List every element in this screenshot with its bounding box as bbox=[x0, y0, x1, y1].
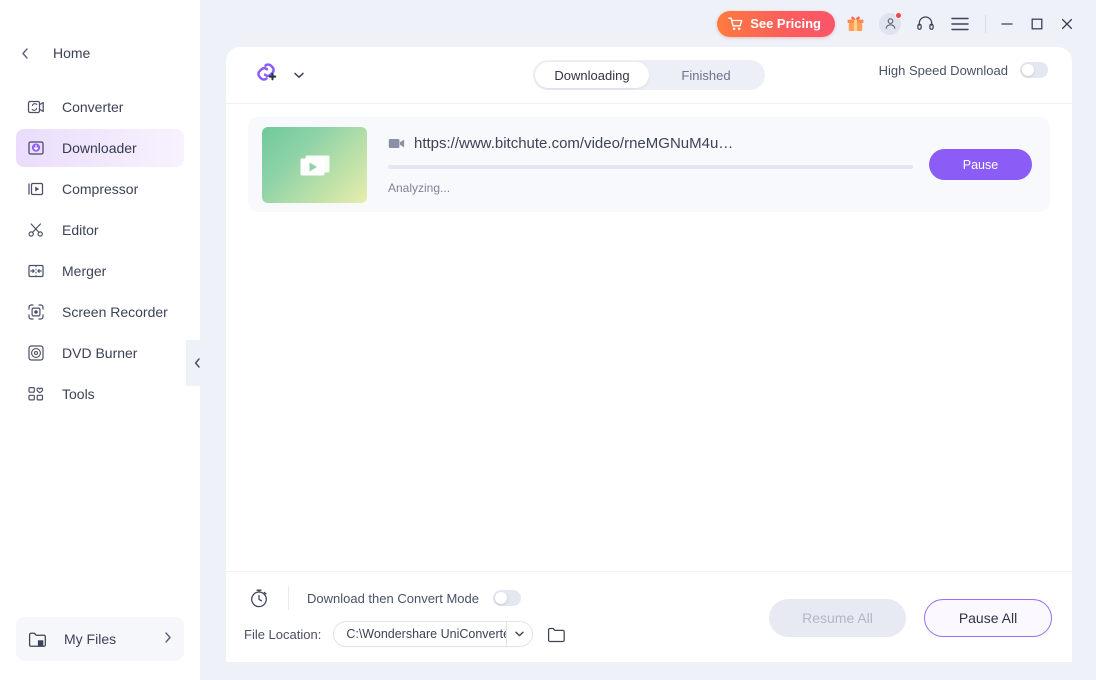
tab-finished[interactable]: Finished bbox=[649, 62, 763, 88]
sidebar-item-label: Screen Recorder bbox=[62, 304, 168, 320]
download-progress-bar bbox=[388, 164, 913, 169]
add-link-icon bbox=[252, 58, 282, 93]
bulk-actions: Resume All Pause All bbox=[769, 599, 1052, 637]
screen-recorder-icon bbox=[26, 302, 46, 322]
bottom-bar-divider bbox=[288, 586, 289, 610]
download-list: https://www.bitchute.com/video/rneMGNuM4… bbox=[226, 104, 1072, 571]
download-item-details: https://www.bitchute.com/video/rneMGNuM4… bbox=[388, 135, 913, 195]
headset-icon[interactable] bbox=[910, 9, 940, 39]
see-pricing-label: See Pricing bbox=[750, 16, 821, 31]
timer-icon bbox=[248, 587, 270, 609]
file-location-select[interactable]: C:\Wondershare UniConverter 1 bbox=[333, 621, 534, 647]
downloader-icon bbox=[26, 138, 46, 158]
file-location-label: File Location: bbox=[244, 626, 322, 642]
sidebar-item-label: DVD Burner bbox=[62, 345, 138, 361]
back-chevron-icon bbox=[16, 47, 38, 59]
notification-badge bbox=[895, 11, 902, 19]
download-url-row: https://www.bitchute.com/video/rneMGNuM4… bbox=[388, 135, 913, 152]
sidebar-item-compressor[interactable]: Compressor bbox=[16, 170, 184, 208]
add-link-button[interactable] bbox=[252, 58, 304, 93]
video-thumbnail bbox=[262, 126, 367, 203]
downloader-toolbar: Downloading Finished High Speed Download bbox=[226, 47, 1072, 104]
toggle-knob bbox=[1022, 64, 1034, 76]
sidebar: Home Converter Downloader Compressor Edi… bbox=[0, 0, 200, 680]
application-window: Home Converter Downloader Compressor Edi… bbox=[0, 0, 1096, 680]
convert-mode-toggle[interactable] bbox=[493, 590, 521, 606]
sidebar-item-label: Merger bbox=[62, 263, 107, 279]
tools-grid-icon bbox=[26, 384, 46, 404]
file-location-row: File Location: C:\Wondershare UniConvert… bbox=[244, 621, 566, 647]
pause-button[interactable]: Pause bbox=[929, 149, 1032, 180]
download-url: https://www.bitchute.com/video/rneMGNuM4… bbox=[414, 134, 734, 152]
status-tabs: Downloading Finished bbox=[533, 60, 765, 90]
close-button[interactable] bbox=[1052, 9, 1082, 39]
resume-all-button[interactable]: Resume All bbox=[769, 599, 906, 637]
compressor-icon bbox=[26, 179, 46, 199]
folder-open-icon[interactable] bbox=[547, 626, 566, 643]
my-files-label: My Files bbox=[64, 631, 117, 647]
convert-mode-label: Download then Convert Mode bbox=[307, 590, 479, 606]
home-label: Home bbox=[53, 45, 91, 61]
high-speed-download-label: High Speed Download bbox=[878, 62, 1008, 78]
sidebar-item-editor[interactable]: Editor bbox=[16, 211, 184, 249]
chevron-down-icon[interactable] bbox=[506, 622, 532, 646]
minimize-button[interactable] bbox=[992, 9, 1022, 39]
chevron-right-icon bbox=[164, 630, 172, 648]
toggle-knob bbox=[495, 592, 507, 604]
my-files-button[interactable]: My Files bbox=[16, 617, 184, 661]
titlebar-divider bbox=[985, 14, 986, 33]
dvd-burner-icon bbox=[26, 343, 46, 363]
gift-icon[interactable] bbox=[840, 9, 870, 39]
avatar bbox=[879, 11, 902, 35]
see-pricing-button[interactable]: See Pricing bbox=[717, 10, 835, 37]
video-file-icon bbox=[388, 137, 405, 150]
title-bar: See Pricing bbox=[0, 0, 1096, 47]
scissors-icon bbox=[26, 220, 46, 240]
maximize-button[interactable] bbox=[1022, 9, 1052, 39]
sidebar-collapse-toggle[interactable] bbox=[186, 340, 208, 386]
sidebar-item-label: Compressor bbox=[62, 181, 139, 197]
sidebar-nav: Converter Downloader Compressor Editor M… bbox=[0, 88, 200, 413]
sidebar-item-label: Converter bbox=[62, 99, 124, 115]
account-icon[interactable] bbox=[875, 9, 905, 39]
content-panel: Downloading Finished High Speed Download bbox=[226, 47, 1072, 662]
convert-mode-row: Download then Convert Mode bbox=[248, 586, 521, 610]
tab-downloading[interactable]: Downloading bbox=[535, 62, 649, 88]
pause-all-button[interactable]: Pause All bbox=[924, 599, 1052, 637]
sidebar-item-merger[interactable]: Merger bbox=[16, 252, 184, 290]
sidebar-item-screen-recorder[interactable]: Screen Recorder bbox=[16, 293, 184, 331]
file-location-value: C:\Wondershare UniConverter 1 bbox=[346, 627, 506, 641]
chevron-down-icon bbox=[294, 66, 304, 84]
sidebar-item-label: Editor bbox=[62, 222, 99, 238]
high-speed-download-toggle[interactable] bbox=[1020, 62, 1048, 78]
download-status: Analyzing... bbox=[388, 180, 451, 195]
sidebar-item-label: Downloader bbox=[62, 140, 137, 156]
sidebar-item-dvd-burner[interactable]: DVD Burner bbox=[16, 334, 184, 372]
sidebar-item-label: Tools bbox=[62, 386, 95, 402]
high-speed-download-setting: High Speed Download bbox=[879, 62, 1048, 78]
download-item[interactable]: https://www.bitchute.com/video/rneMGNuM4… bbox=[248, 117, 1050, 212]
sidebar-item-tools[interactable]: Tools bbox=[16, 375, 184, 413]
sidebar-item-downloader[interactable]: Downloader bbox=[16, 129, 184, 167]
cart-icon bbox=[728, 17, 743, 31]
my-files-folder-icon bbox=[28, 631, 47, 648]
sidebar-item-converter[interactable]: Converter bbox=[16, 88, 184, 126]
tab-label: Downloading bbox=[554, 67, 630, 83]
bottom-bar: Download then Convert Mode File Location… bbox=[226, 571, 1072, 662]
hamburger-menu-icon[interactable] bbox=[945, 9, 975, 39]
merger-icon bbox=[26, 261, 46, 281]
converter-icon bbox=[26, 97, 46, 117]
tab-label: Finished bbox=[681, 67, 731, 83]
